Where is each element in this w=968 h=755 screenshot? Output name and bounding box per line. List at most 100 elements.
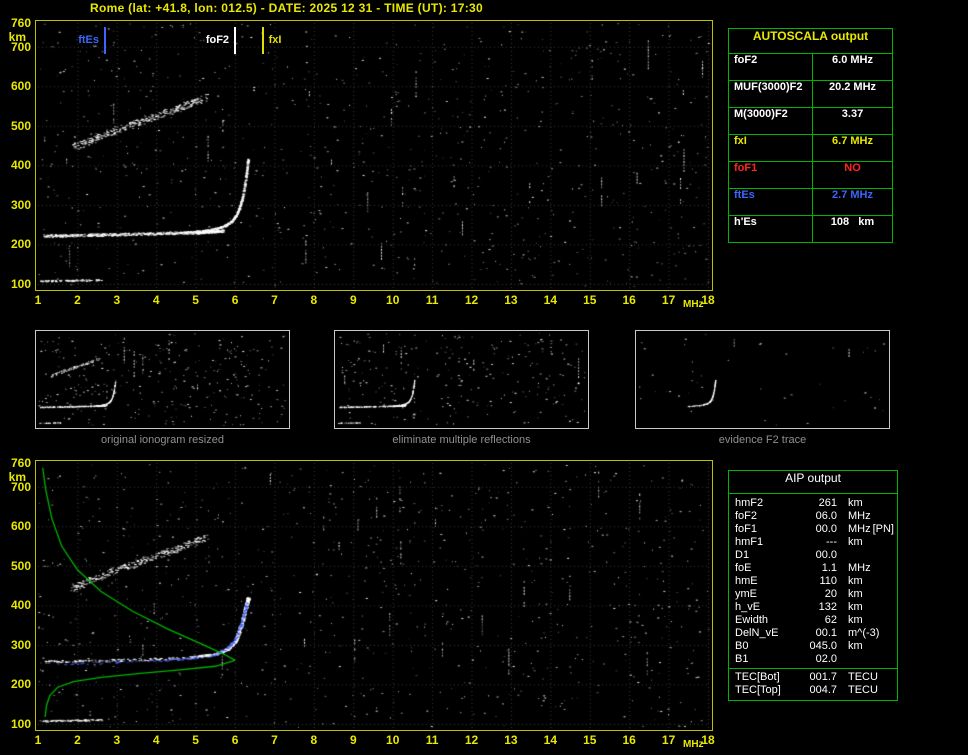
aip-row-B1: B102.0 (729, 653, 897, 666)
x-tick-label: 3 (106, 733, 128, 747)
y-tick-label: 300 (11, 638, 31, 652)
x-tick-label: 2 (66, 733, 88, 747)
y-tick-label: 100 (11, 277, 31, 291)
y-tick-label: 600 (11, 79, 31, 93)
autoscala-param-name: foF1 (729, 162, 813, 188)
x-tick-label: 4 (145, 293, 167, 307)
station-header: Rome (lat: +41.8, lon: 012.5) - DATE: 20… (90, 1, 483, 15)
aip-param-value: 00.1 (799, 627, 837, 640)
thumbnail-original-canvas (36, 331, 289, 428)
aip-param-unit: km (837, 614, 897, 627)
aip-param-unit: TECU (837, 671, 897, 684)
x-tick-label: 15 (579, 733, 601, 747)
aip-separator (729, 668, 897, 669)
aip-param-value: 110 (799, 575, 837, 588)
aip-param-unit: km (837, 640, 897, 653)
x-tick-label: 8 (303, 293, 325, 307)
aip-param-unit: km (837, 575, 897, 588)
aip-param-value: 132 (799, 601, 837, 614)
autoscala-screen: { "title": "Rome (lat: +41.8, lon: 012.5… (0, 0, 968, 755)
aip-param-value: 02.0 (799, 653, 837, 666)
y-tick-label: 400 (11, 598, 31, 612)
y-tick-label: 500 (11, 559, 31, 573)
x-tick-label: 1 (27, 733, 49, 747)
aip-param-name: B0 (729, 640, 799, 653)
x-tick-label: 7 (263, 293, 285, 307)
x-tick-label: 11 (421, 733, 443, 747)
autoscala-table-rows: foF26.0 MHzMUF(3000)F220.2 MHzM(3000)F23… (729, 54, 892, 242)
x-tick-label: 14 (539, 293, 561, 307)
autoscala-param-name: fxI (729, 135, 813, 161)
x-tick-label: 8 (303, 733, 325, 747)
autoscala-row-ftEs: ftEs2.7 MHz (729, 189, 892, 216)
thumbnail-eliminate-canvas (335, 331, 588, 428)
aip-param-value: 20 (799, 588, 837, 601)
y-tick-label: 100 (11, 717, 31, 731)
x-tick-label: 12 (461, 733, 483, 747)
aip-param-value: 004.7 (799, 684, 837, 697)
autoscala-param-name: h'Es (729, 216, 813, 242)
y-tick-label: 500 (11, 119, 31, 133)
thumbnail-caption-evidence: evidence F2 trace (635, 434, 890, 446)
aip-param-unit: MHz (837, 523, 873, 536)
x-tick-label: 11 (421, 293, 443, 307)
aip-param-name: D1 (729, 549, 799, 562)
aip-param-unit: MHz (837, 510, 897, 523)
x-tick-label: 12 (461, 293, 483, 307)
x-tick-label: 13 (500, 293, 522, 307)
autoscala-row-foF2: foF26.0 MHz (729, 54, 892, 81)
aip-row-foF2: foF206.0MHz (729, 510, 897, 523)
bottom-x-axis: 123456789101112131415161718MHz (35, 733, 725, 751)
x-tick-label: 16 (618, 733, 640, 747)
aip-param-unit (837, 549, 897, 562)
x-tick-label: 2 (66, 293, 88, 307)
aip-param-name: Ewidth (729, 614, 799, 627)
aip-param-name: hmF1 (729, 536, 799, 549)
aip-param-name: TEC[Bot] (729, 671, 799, 684)
autoscala-row-h'Es: h'Es108 km (729, 216, 892, 242)
aip-param-value: 00.0 (799, 549, 837, 562)
aip-param-name: foF2 (729, 510, 799, 523)
aip-param-name: hmF2 (729, 497, 799, 510)
autoscala-table-title: AUTOSCALA output (729, 29, 892, 54)
aip-row-TEC[Top]: TEC[Top]004.7TECU (729, 684, 897, 697)
x-tick-label: 17 (658, 293, 680, 307)
aip-param-name: hmE (729, 575, 799, 588)
autoscala-param-name: ftEs (729, 189, 813, 215)
aip-param-unit: TECU (837, 684, 897, 697)
aip-row-foF1: foF100.0MHz[PN] (729, 523, 897, 536)
aip-row-D1: D100.0 (729, 549, 897, 562)
aip-row-B0: B0045.0km (729, 640, 897, 653)
thumbnail-evidence-canvas (636, 331, 889, 428)
aip-param-unit (837, 653, 897, 666)
y-tick-label: 200 (11, 237, 31, 251)
thumbnail-caption-eliminate: eliminate multiple reflections (334, 434, 589, 446)
autoscala-param-value: 20.2 MHz (813, 81, 892, 107)
x-tick-label: 1 (27, 293, 49, 307)
aip-param-unit: km (837, 588, 897, 601)
y-tick-label: 400 (11, 158, 31, 172)
autoscala-param-name: MUF(3000)F2 (729, 81, 813, 107)
aip-row-hmF1: hmF1---km (729, 536, 897, 549)
aip-row-DelN_vE: DelN_vE00.1m^(-3) (729, 627, 897, 640)
aip-table-rows: hmF2261kmfoF206.0MHzfoF100.0MHz[PN]hmF1-… (729, 497, 897, 697)
x-tick-label: 6 (224, 733, 246, 747)
aip-param-name: h_vE (729, 601, 799, 614)
aip-param-value: 045.0 (799, 640, 837, 653)
x-tick-label: 5 (185, 293, 207, 307)
top-ionogram-plot: ftEsfoF2fxI (35, 20, 713, 291)
x-tick-label: 10 (382, 733, 404, 747)
aip-param-name: TEC[Top] (729, 684, 799, 697)
aip-row-foE: foE1.1MHz (729, 562, 897, 575)
thumbnail-caption-original: original ionogram resized (35, 434, 290, 446)
autoscala-row-M(3000)F2: M(3000)F23.37 (729, 108, 892, 135)
autoscala-param-value: 6.7 MHz (813, 135, 892, 161)
x-tick-label: 4 (145, 733, 167, 747)
aip-param-name: DelN_vE (729, 627, 799, 640)
x-tick-label: 3 (106, 293, 128, 307)
aip-param-value: 00.0 (799, 523, 837, 536)
aip-param-value: 001.7 (799, 671, 837, 684)
aip-param-name: B1 (729, 653, 799, 666)
autoscala-param-value: 108 km (813, 216, 892, 242)
x-tick-label: 7 (263, 733, 285, 747)
